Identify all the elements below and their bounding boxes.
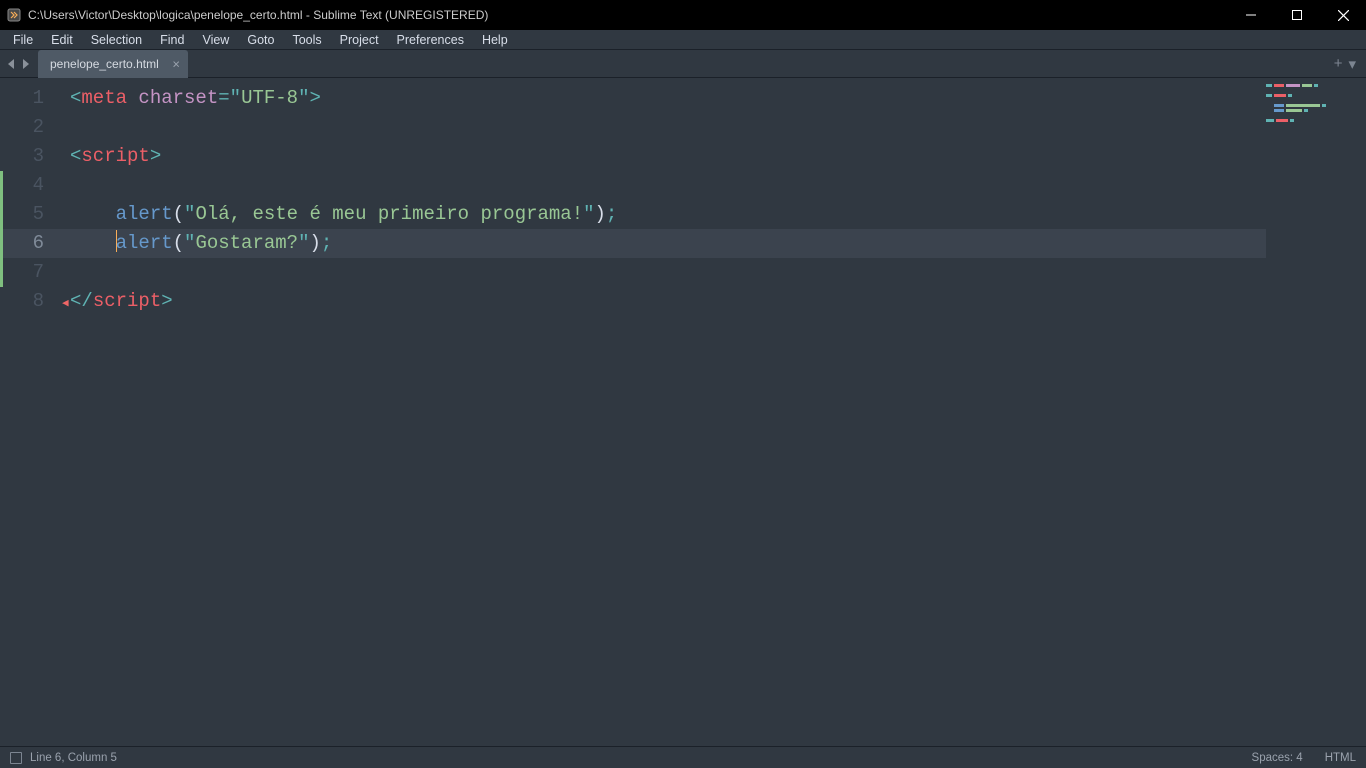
- menu-view[interactable]: View: [193, 31, 238, 49]
- titlebar: C:\Users\Victor\Desktop\logica\penelope_…: [0, 0, 1366, 30]
- status-syntax[interactable]: HTML: [1325, 752, 1356, 764]
- code-line[interactable]: <meta charset="UTF-8">: [62, 84, 1366, 113]
- tab-label: penelope_certo.html: [50, 57, 159, 71]
- status-position[interactable]: Line 6, Column 5: [30, 752, 117, 764]
- tab-history-forward-icon[interactable]: [18, 56, 32, 72]
- tab-history-back-icon[interactable]: [4, 56, 18, 72]
- code-line[interactable]: <script>: [62, 142, 1366, 171]
- minimap[interactable]: [1266, 78, 1366, 746]
- app-window: C:\Users\Victor\Desktop\logica\penelope_…: [0, 0, 1366, 768]
- tab-close-icon[interactable]: ×: [172, 56, 180, 71]
- code-line[interactable]: [62, 258, 1366, 287]
- menu-file[interactable]: File: [4, 31, 42, 49]
- code-line[interactable]: alert("Olá, este é meu primeiro programa…: [62, 200, 1366, 229]
- tab-file[interactable]: penelope_certo.html ×: [38, 50, 188, 78]
- status-spaces[interactable]: Spaces: 4: [1252, 752, 1303, 764]
- gutter: 12345678: [0, 78, 62, 746]
- new-tab-icon[interactable]: +: [1334, 55, 1343, 72]
- line-number: 8: [0, 287, 62, 316]
- menu-preferences[interactable]: Preferences: [388, 31, 473, 49]
- code-line[interactable]: alert("Gostaram?");: [62, 229, 1366, 258]
- code-area[interactable]: ◀ <meta charset="UTF-8"> <script> alert("…: [62, 78, 1366, 746]
- menu-project[interactable]: Project: [331, 31, 388, 49]
- code-line[interactable]: [62, 171, 1366, 200]
- tab-overflow-icon[interactable]: ▾: [1348, 55, 1356, 73]
- menu-tools[interactable]: Tools: [283, 31, 330, 49]
- line-number: 2: [0, 113, 62, 142]
- window-title: C:\Users\Victor\Desktop\logica\penelope_…: [28, 8, 488, 22]
- line-number: 5: [0, 200, 62, 229]
- minimize-button[interactable]: [1228, 0, 1274, 30]
- line-number: 6: [0, 229, 62, 258]
- panel-toggle-icon[interactable]: [10, 752, 22, 764]
- line-number: 3: [0, 142, 62, 171]
- menu-selection[interactable]: Selection: [82, 31, 151, 49]
- lint-marker-icon: ◀: [62, 296, 70, 304]
- editor: 12345678 ◀ <meta charset="UTF-8"> <script…: [0, 78, 1366, 746]
- code-line[interactable]: [62, 113, 1366, 142]
- code-line[interactable]: </script>: [62, 287, 1366, 316]
- line-number: 4: [0, 171, 62, 200]
- line-number: 1: [0, 84, 62, 113]
- menubar: File Edit Selection Find View Goto Tools…: [0, 30, 1366, 50]
- app-icon: [6, 7, 22, 23]
- statusbar: Line 6, Column 5 Spaces: 4 HTML: [0, 746, 1366, 768]
- menu-goto[interactable]: Goto: [238, 31, 283, 49]
- window-controls: [1228, 0, 1366, 30]
- menu-find[interactable]: Find: [151, 31, 193, 49]
- line-number: 7: [0, 258, 62, 287]
- close-button[interactable]: [1320, 0, 1366, 30]
- tabstrip: penelope_certo.html × + ▾: [0, 50, 1366, 78]
- maximize-button[interactable]: [1274, 0, 1320, 30]
- menu-edit[interactable]: Edit: [42, 31, 82, 49]
- menu-help[interactable]: Help: [473, 31, 517, 49]
